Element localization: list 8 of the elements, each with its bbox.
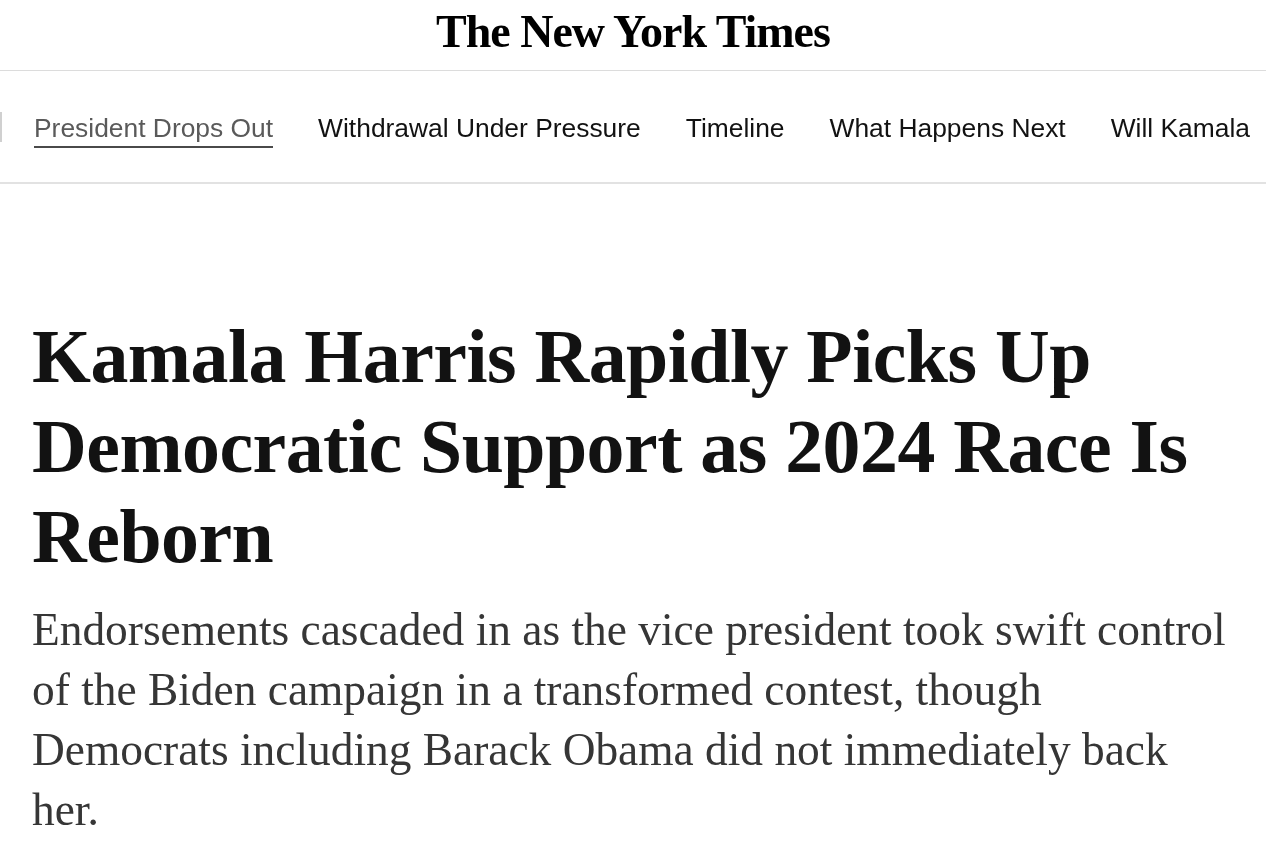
article-summary: Endorsements cascaded in as the vice president took swift control of the Biden campaign in a transformed contest, though Democrats including Barack Obama did not immediately back her. bbox=[32, 604, 1227, 837]
nav-tab[interactable]: President Drops Out bbox=[34, 109, 274, 148]
nav-tab[interactable]: Withdrawal Under Pressure bbox=[318, 109, 641, 148]
newspaper-logo[interactable]: The New York Times bbox=[436, 9, 830, 61]
nav-tab[interactable]: What Happens Next bbox=[829, 109, 1066, 148]
nav-tab[interactable]: Timeline bbox=[685, 109, 785, 148]
article-headline: Kamala Harris Rapidly Picks Up Democratic Support as 2024 Race Is Reborn bbox=[32, 313, 1189, 580]
nav-tab[interactable]: Will Kamala bbox=[1110, 109, 1250, 148]
